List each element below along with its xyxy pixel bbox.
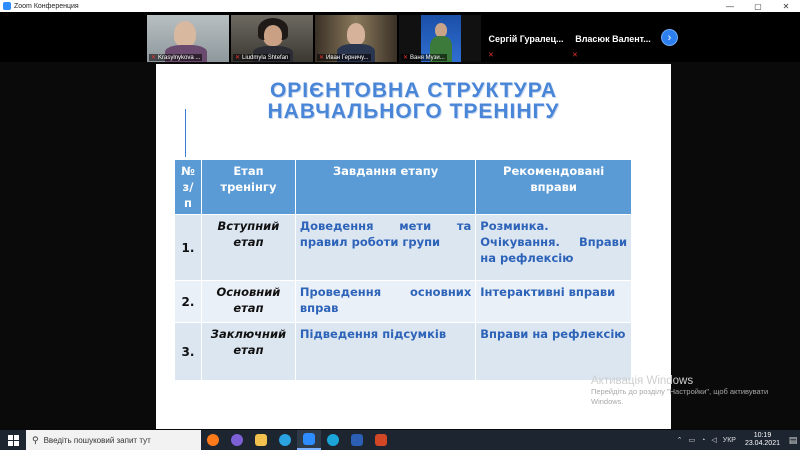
participant-tile[interactable]: ✕ Liudmyla Shtefan <box>231 15 313 62</box>
zoom-icon <box>303 433 315 445</box>
slide-title-line: ОРІЄНТОВНА СТРУКТУРА <box>269 79 558 102</box>
next-participants-button[interactable]: › <box>661 29 678 46</box>
muted-mic-icon: ✕ <box>403 55 409 61</box>
participant-face <box>347 23 365 45</box>
volume-icon[interactable]: ◁ <box>711 436 716 444</box>
activation-title: Активація Windows <box>591 375 694 387</box>
taskbar-app-viber[interactable] <box>225 430 249 450</box>
muted-mic-icon: ✕ <box>572 52 578 59</box>
taskbar-clock[interactable]: 10:19 23.04.2021 <box>745 432 780 448</box>
shared-screen: ОРІЄНТОВНА СТРУКТУРА НАВЧАЛЬНОГО ТРЕНІНГ… <box>0 62 800 430</box>
chevron-right-icon: › <box>667 32 672 44</box>
header-exercises: Рекомендовані вправи <box>475 159 632 215</box>
zoom-app-icon <box>3 2 11 10</box>
row-number: 3. <box>174 322 202 381</box>
system-tray: ⌃ ▭ ◔ ◁ УКР 10:19 23.04.2021 ▤ <box>674 430 800 450</box>
edge-icon <box>327 434 339 446</box>
participant-tile[interactable]: Сергій Гуралец... ✕ <box>485 15 567 62</box>
activation-hint: Перейдіть до розділу "Настройки", щоб ак… <box>591 387 769 406</box>
network-icon[interactable]: ◔ <box>701 437 705 444</box>
participant-face <box>174 21 196 47</box>
windows-logo-icon <box>7 434 19 446</box>
row-exercises: Вправи на рефлексію <box>475 322 632 381</box>
taskbar-app-powerpoint[interactable] <box>369 430 393 450</box>
taskbar-app-explorer[interactable] <box>249 430 273 450</box>
header-number: № з/п <box>174 159 202 215</box>
clock-time: 10:19 <box>753 432 772 439</box>
muted-mic-icon: ✕ <box>235 55 241 61</box>
windows-activation-watermark: Активація Windows Перейдіть до розділу "… <box>591 375 776 407</box>
row-stage: Вступний етап <box>200 214 296 281</box>
header-stage: Етап тренінгу <box>200 159 296 215</box>
row-stage: Основний етап <box>200 280 296 323</box>
slide-title-line: НАВЧАЛЬНОГО ТРЕНІНГУ <box>267 100 560 123</box>
participant-tile[interactable]: ✕ Иван Герничу... <box>315 15 397 62</box>
muted-mic-icon: ✕ <box>319 55 325 61</box>
search-placeholder: Введіть пошуковий запит тут <box>43 435 151 445</box>
participant-tile[interactable]: Власюк Валент... ✕ <box>569 15 657 62</box>
window-titlebar: Zoom Конференция — ▢ ✕ <box>0 0 800 12</box>
participant-name-label: Сергій Гуралец... <box>488 33 564 44</box>
telegram-icon <box>279 434 291 446</box>
row-task: Доведення мети та правил роботи групи <box>294 214 477 281</box>
slide-cursor-line <box>185 109 186 157</box>
close-button[interactable]: ✕ <box>772 2 800 11</box>
row-number: 1. <box>174 214 202 281</box>
muted-mic-icon: ✕ <box>151 55 157 61</box>
clock-date: 23.04.2021 <box>744 440 780 447</box>
notification-icon[interactable]: ▤ <box>786 430 800 450</box>
slide-title: ОРІЄНТОВНА СТРУКТУРА НАВЧАЛЬНОГО ТРЕНІНГ… <box>186 80 641 122</box>
participant-face <box>264 25 282 45</box>
participant-name-label: ✕ Krasylnykova ... <box>149 54 203 61</box>
minimize-button[interactable]: — <box>716 2 744 11</box>
search-icon: ⚲ <box>32 434 39 445</box>
participant-strip: ✕ Krasylnykova ... ✕ Liudmyla Shtefan ✕ Ива… <box>0 12 800 62</box>
muted-mic-icon: ✕ <box>488 52 494 59</box>
row-task: Проведення основних вправ <box>294 280 477 323</box>
row-exercises: Інтерактивні вправи <box>475 280 632 323</box>
viber-icon <box>231 434 243 446</box>
participant-name-label: ✕ Liudmyla Shtefan <box>233 54 291 61</box>
folder-icon <box>255 434 267 446</box>
start-button[interactable] <box>0 430 26 450</box>
windows-taskbar: ⚲ Введіть пошуковий запит тут ⌃ ▭ ◔ ◁ УК… <box>0 430 800 450</box>
participant-name-label: Власюк Валент... <box>575 33 651 44</box>
header-task: Завдання етапу <box>294 159 477 215</box>
taskbar-search-box[interactable]: ⚲ Введіть пошуковий запит тут <box>26 430 201 450</box>
participant-tile[interactable]: ✕ Krasylnykova ... <box>147 15 229 62</box>
taskbar-app-zoom[interactable] <box>297 430 321 450</box>
battery-icon[interactable]: ▭ <box>689 436 696 444</box>
table-header-row: № з/п Етап тренінгу Завдання етапу Реком… <box>174 159 632 215</box>
row-stage: Заключний етап <box>200 322 296 381</box>
window-title: Zoom Конференция <box>14 2 79 10</box>
row-exercises: Розминка. Очікування. Вправи на рефлексі… <box>475 214 632 281</box>
taskbar-app-firefox[interactable] <box>201 430 225 450</box>
word-icon <box>351 434 363 446</box>
maximize-button[interactable]: ▢ <box>744 2 772 11</box>
row-number: 2. <box>174 280 202 323</box>
training-structure-table: № з/п Етап тренінгу Завдання етапу Реком… <box>174 159 632 381</box>
table-row: 2. Основний етап Проведення основних впр… <box>174 280 632 323</box>
participant-face <box>435 23 447 37</box>
participant-tile[interactable]: ✕ Ваня Музи... <box>399 15 481 62</box>
powerpoint-icon <box>375 434 387 446</box>
table-row: 1. Вступний етап Доведення мети та прави… <box>174 214 632 281</box>
participant-name-label: ✕ Ваня Музи... <box>401 54 447 61</box>
taskbar-app-edge[interactable] <box>321 430 345 450</box>
taskbar-app-word[interactable] <box>345 430 369 450</box>
chevron-up-icon[interactable]: ⌃ <box>677 436 683 444</box>
language-indicator[interactable]: УКР <box>723 437 736 444</box>
taskbar-app-telegram[interactable] <box>273 430 297 450</box>
table-row: 3. Заключний етап Підведення підсумків В… <box>174 322 632 381</box>
participant-name-label: ✕ Иван Герничу... <box>317 54 371 61</box>
row-task: Підведення підсумків <box>294 322 477 381</box>
firefox-icon <box>207 434 219 446</box>
